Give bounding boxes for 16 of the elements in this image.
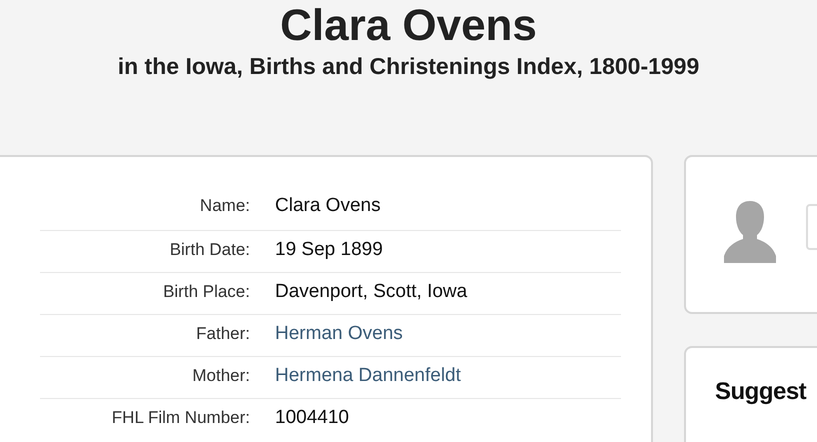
field-value: Davenport, Scott, Iowa (275, 281, 468, 303)
field-label: Birth Date: (168, 240, 250, 260)
person-name-title: Clara Ovens (280, 0, 537, 52)
field-value: Clara Ovens (275, 195, 381, 217)
person-link[interactable]: Herman Ovens (275, 323, 403, 345)
suggestions-heading: Suggest (715, 378, 808, 406)
field-value: 19 Sep 1899 (275, 239, 383, 261)
person-link[interactable]: Hermena Dannenfeldt (275, 365, 461, 387)
field-label: Mother: (191, 366, 250, 386)
field-label: Birth Place: (162, 282, 250, 302)
person-silhouette-icon (724, 198, 776, 262)
field-label: FHL Film Number: (110, 408, 250, 428)
field-label: Name: (198, 196, 250, 216)
field-label: Father: (195, 324, 250, 344)
field-value: 1004410 (275, 407, 349, 429)
collection-subtitle: in the Iowa, Births and Christenings Index, 1800-1999 (118, 52, 700, 80)
